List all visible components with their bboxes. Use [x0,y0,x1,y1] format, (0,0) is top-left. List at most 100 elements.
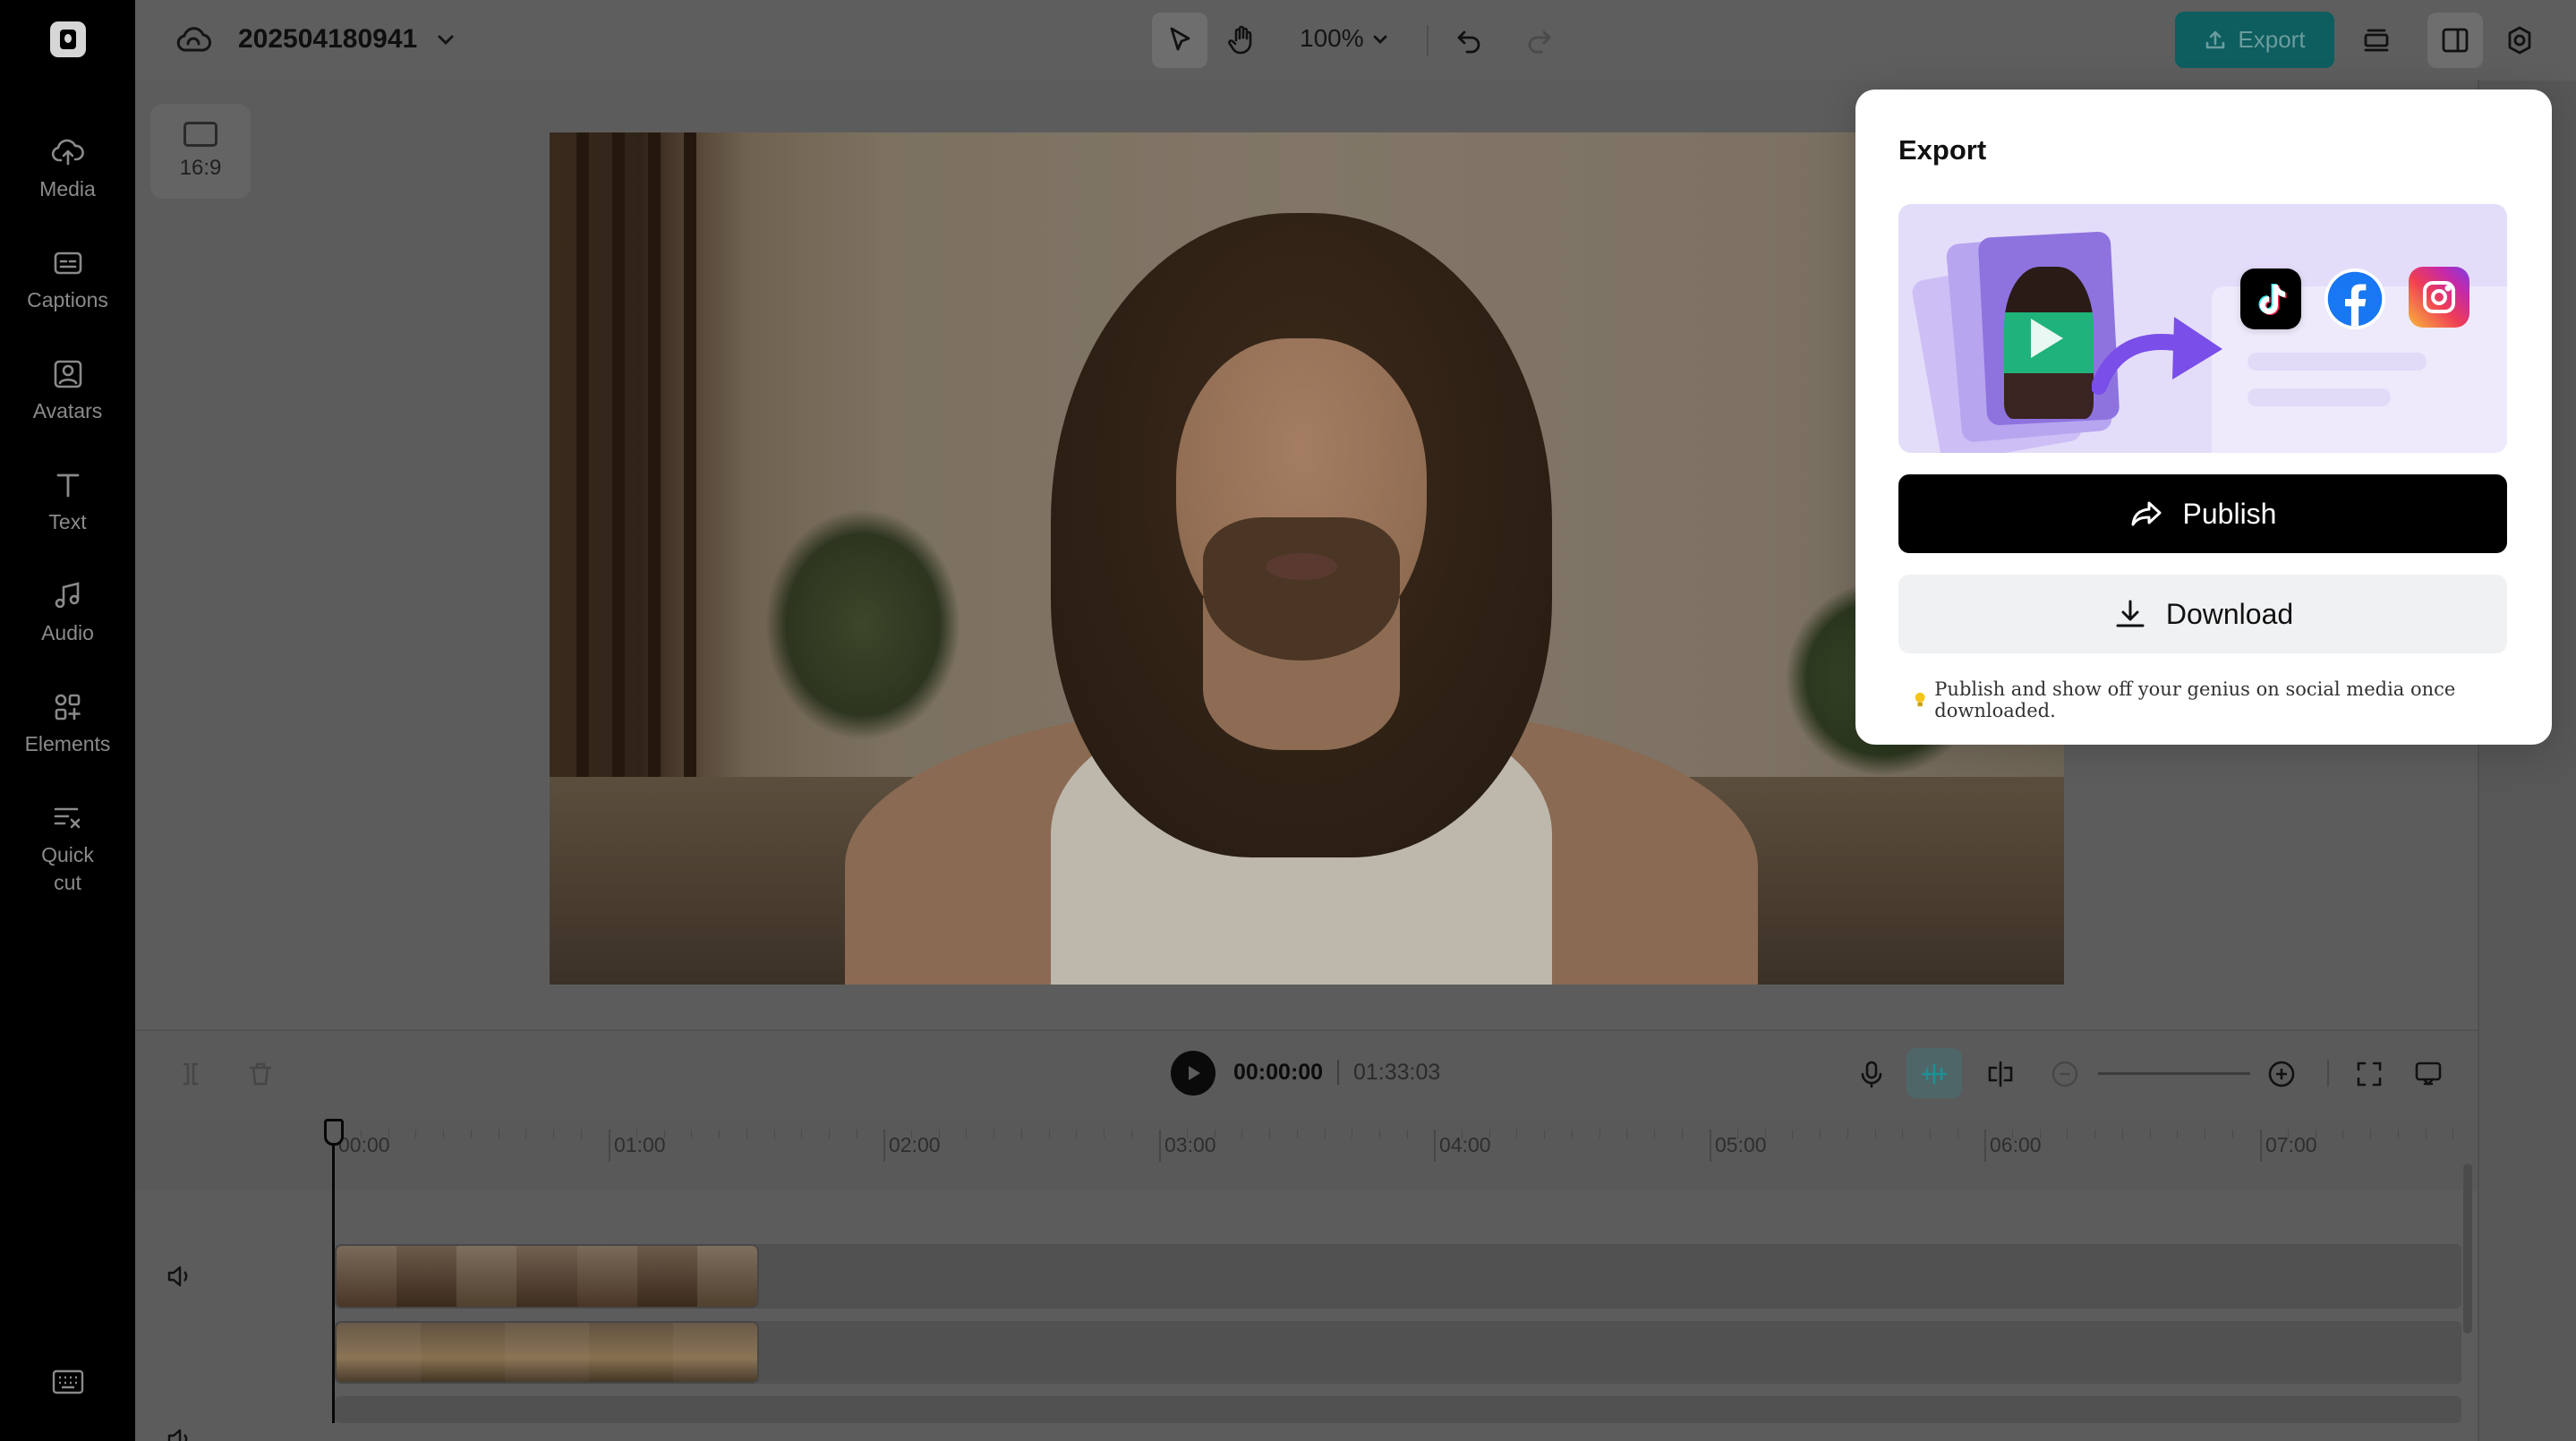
sidebar-item-label: Audio [41,621,94,644]
ruler-tick-label: 00:00 [338,1133,390,1156]
app-logo-icon[interactable] [50,21,86,57]
zoom-level[interactable]: 100% [1300,24,1364,53]
video-clip[interactable] [335,1244,759,1309]
trash-icon[interactable] [245,1059,276,1089]
sidebar-item-label: Elements [24,732,111,755]
ruler-minor-tick [2067,1130,2068,1138]
split-icon[interactable] [175,1059,206,1089]
ruler-minor-tick [1875,1130,1876,1138]
cloud-save-icon[interactable] [175,23,211,55]
sidebar-panel-icon [2442,28,2469,53]
captions-icon [54,252,81,275]
ruler-tick-label: 06:00 [1990,1133,2042,1156]
ruler-minor-tick [1682,1130,1683,1138]
ruler-minor-tick [1076,1130,1077,1138]
playhead-handle[interactable] [324,1119,344,1146]
sidebar-item-avatars[interactable]: Avatars [0,356,135,425]
sidebar-item-audio[interactable]: Audio [0,578,135,647]
toolbar-divider [2327,1060,2329,1087]
upload-icon [2206,30,2225,48]
ruler-tick-label: 02:00 [889,1133,941,1156]
ruler-minor-tick [1626,1130,1627,1138]
speaker-icon[interactable] [165,1425,193,1441]
ruler-minor-tick [1572,1130,1573,1138]
timeline-zoom-slider[interactable] [2098,1072,2250,1075]
ruler-minor-tick [388,1130,389,1138]
ruler-minor-tick [1765,1130,1766,1138]
ruler-minor-tick [1654,1130,1655,1138]
ruler-minor-tick [1930,1130,1931,1138]
facebook-icon [2324,269,2385,329]
preview-monitor-icon[interactable] [2413,1059,2444,1089]
chevron-down-icon[interactable] [1369,29,1391,50]
play-icon [2031,319,2063,358]
ruler-minor-tick [1902,1130,1903,1138]
sidebar-item-elements[interactable]: Elements [0,689,135,758]
publish-button[interactable]: Publish [1898,474,2507,553]
play-icon [1189,1066,1200,1080]
download-button-label: Download [2165,597,2294,630]
undo-button[interactable] [1442,13,1497,68]
ruler-minor-tick [1325,1130,1326,1138]
settings-button[interactable] [2492,13,2547,68]
redo-button[interactable] [1511,13,1566,68]
ruler-tick [1710,1130,1711,1162]
time-divider [1337,1060,1339,1085]
ruler-minor-tick [1131,1130,1132,1138]
ruler-minor-tick [774,1130,775,1138]
ruler-minor-tick [1241,1130,1242,1138]
play-button[interactable] [1171,1051,1215,1096]
ruler-tick [2260,1130,2262,1162]
lightbulb-icon [1915,692,1925,707]
sidebar-item-label: Media [39,177,96,200]
publish-button-label: Publish [2182,497,2277,530]
ruler-minor-tick [1049,1130,1050,1138]
ruler-minor-tick [443,1130,444,1138]
sidebar-item-media[interactable]: Media [0,134,135,203]
chevron-down-icon[interactable] [433,29,458,50]
timeline-scrollbar[interactable] [2463,1164,2472,1334]
select-tool-button[interactable] [1152,13,1207,68]
microphone-icon[interactable] [1856,1059,1887,1089]
export-panel-title: Export [1898,134,1987,166]
sidebar-item-quick-cut[interactable]: Quick cut [0,800,135,897]
ruler-minor-tick [1792,1130,1793,1138]
panel-toggle-button[interactable] [2427,13,2483,68]
ruler-minor-tick [1599,1130,1600,1138]
download-button[interactable]: Download [1898,575,2507,653]
ruler-minor-tick [636,1130,637,1138]
ruler-minor-tick [2094,1130,2095,1138]
zoom-in-icon[interactable] [2266,1059,2297,1089]
ruler-minor-tick [801,1130,802,1138]
avatar-icon [54,360,81,388]
ruler-minor-tick [2288,1130,2289,1138]
sidebar-item-text[interactable]: Text [0,467,135,536]
ruler-minor-tick [2150,1130,2151,1138]
quick-cut-icon [54,807,80,829]
export-button[interactable]: Export [2175,12,2334,68]
ruler-minor-tick [553,1130,554,1138]
background-clip[interactable] [335,1321,759,1384]
elements-icon [55,694,81,720]
ruler-minor-tick [1187,1130,1188,1138]
text-icon [56,473,79,498]
ruler-tick [1984,1130,1986,1162]
playhead[interactable] [332,1119,335,1423]
sidebar-item-label: Captions [27,288,108,311]
sidebar-item-captions[interactable]: Captions [0,245,135,314]
layers-button[interactable] [2349,13,2404,68]
keyboard-icon[interactable] [52,1369,84,1394]
aspect-ratio-button[interactable]: 16:9 [150,104,251,199]
ruler-minor-tick [415,1130,416,1138]
hand-tool-button[interactable] [1214,13,1269,68]
split-align-icon[interactable] [1985,1059,2016,1089]
export-hint-text: Publish and show off your genius on soci… [1934,678,2456,721]
speaker-icon[interactable] [165,1262,193,1291]
zoom-out-icon[interactable] [2050,1059,2080,1089]
fullscreen-icon[interactable] [2354,1059,2384,1089]
video-preview[interactable] [550,132,2064,985]
project-title[interactable]: 202504180941 [238,24,417,55]
ruler-minor-tick [471,1130,472,1138]
timeline-ruler [135,1119,2478,1190]
ruler-minor-tick [664,1130,665,1138]
